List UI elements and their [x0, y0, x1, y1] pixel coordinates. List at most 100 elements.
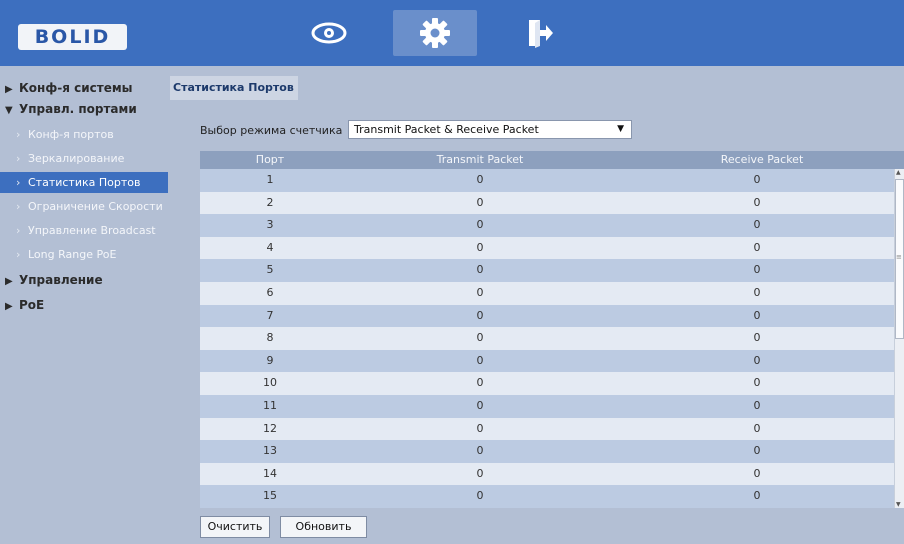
column-header-receive: Receive Packet	[720, 153, 804, 166]
triangle-right-icon: ▶	[5, 84, 13, 95]
transmit-cell: 0	[476, 489, 484, 503]
transmit-cell: 0	[476, 444, 484, 458]
content-panel: Выбор режима счетчика Transmit Packet & …	[170, 100, 904, 544]
table-row: 5 0 0	[200, 259, 894, 282]
exit-icon	[529, 20, 553, 48]
column-header-transmit: Transmit Packet	[436, 153, 524, 166]
transmit-cell: 0	[476, 331, 484, 345]
receive-cell: 0	[753, 376, 761, 390]
table-row: 2 0 0	[200, 191, 894, 215]
receive-cell: 0	[753, 489, 761, 503]
table-row: 15 0 0	[200, 485, 894, 508]
refresh-button[interactable]: Обновить	[280, 516, 367, 538]
table-row: 4 0 0	[200, 236, 894, 260]
port-cell: 10	[263, 376, 277, 390]
column-header-port: Порт	[255, 153, 285, 166]
table-row: 8 0 0	[200, 327, 894, 350]
table-row: 14 0 0	[200, 462, 894, 486]
sidebar-item-port-statistics[interactable]: › Статистика Портов	[0, 172, 168, 193]
transmit-cell: 0	[476, 218, 484, 232]
clear-button[interactable]: Очистить	[200, 516, 270, 538]
table-row: 6 0 0	[200, 281, 894, 305]
nav-view-button[interactable]	[287, 10, 371, 56]
table-row: 7 0 0	[200, 304, 894, 328]
sidebar-item-mirroring[interactable]: › Зеркалирование	[0, 148, 168, 169]
sidebar-section-management[interactable]: ▶ Управление	[5, 273, 103, 287]
table-row: 13 0 0	[200, 440, 894, 463]
triangle-right-icon: ▶	[5, 276, 13, 287]
port-stats-table: Порт Transmit Packet Receive Packet 1002…	[200, 151, 904, 508]
triangle-down-icon: ▼	[5, 105, 13, 116]
port-cell: 6	[266, 285, 274, 299]
transmit-cell: 0	[476, 263, 484, 277]
receive-cell: 0	[753, 353, 761, 367]
transmit-cell: 0	[476, 398, 484, 412]
dropdown-arrow-icon: ▼	[617, 124, 624, 134]
port-cell: 5	[266, 263, 274, 277]
transmit-cell: 0	[476, 353, 484, 367]
table-row: 3 0 0	[200, 214, 894, 237]
sidebar-section-ports[interactable]: ▼ Управл. портами	[5, 102, 137, 116]
sidebar-item-port-config[interactable]: › Конф-я портов	[0, 124, 168, 145]
receive-cell: 0	[753, 331, 761, 345]
logo: BOLID	[18, 24, 127, 50]
port-cell: 2	[266, 195, 274, 209]
transmit-cell: 0	[476, 308, 484, 322]
receive-cell: 0	[753, 444, 761, 458]
counter-mode-select[interactable]: Transmit Packet & Receive Packet ▼	[348, 120, 632, 139]
transmit-cell: 0	[476, 195, 484, 209]
table-row: 11 0 0	[200, 394, 894, 418]
triangle-right-icon: ▶	[5, 301, 13, 312]
sidebar-item-broadcast[interactable]: › Управление Broadcast	[0, 220, 168, 241]
port-cell: 9	[266, 353, 274, 367]
chevron-right-icon: ›	[16, 200, 21, 213]
transmit-cell: 0	[476, 173, 484, 186]
chevron-right-icon: ›	[16, 176, 21, 189]
port-cell: 13	[263, 444, 277, 458]
counter-mode-label: Выбор режима счетчика	[200, 124, 343, 137]
receive-cell: 0	[753, 285, 761, 299]
nav-settings-button[interactable]	[393, 10, 477, 56]
receive-cell: 0	[753, 398, 761, 412]
receive-cell: 0	[753, 218, 761, 232]
counter-mode-value: Transmit Packet & Receive Packet	[354, 123, 539, 136]
port-cell: 11	[263, 398, 277, 412]
receive-cell: 0	[753, 308, 761, 322]
table-row: 10 0 0	[200, 372, 894, 395]
chevron-right-icon: ›	[16, 152, 21, 165]
receive-cell: 0	[753, 263, 761, 277]
receive-cell: 0	[753, 421, 761, 435]
port-cell: 8	[266, 331, 274, 345]
nav-logout-button[interactable]	[498, 10, 582, 56]
port-cell: 1	[266, 173, 274, 186]
top-bar: BOLID	[0, 0, 904, 66]
port-cell: 14	[263, 466, 277, 480]
port-cell: 7	[266, 308, 274, 322]
sidebar-section-poe[interactable]: ▶ PoE	[5, 298, 44, 312]
table-scrollbar[interactable]: ▲ ≡ ▼	[894, 169, 904, 508]
gear-icon	[420, 18, 450, 48]
eye-icon	[311, 22, 347, 44]
receive-cell: 0	[753, 195, 761, 209]
main-content: Статистика Портов Выбор режима счетчика …	[170, 66, 904, 544]
grip-icon: ≡	[896, 253, 902, 261]
receive-cell: 0	[753, 240, 761, 254]
scroll-up-icon[interactable]: ▲	[896, 169, 901, 176]
port-cell: 15	[263, 489, 277, 503]
transmit-cell: 0	[476, 376, 484, 390]
transmit-cell: 0	[476, 285, 484, 299]
transmit-cell: 0	[476, 240, 484, 254]
table-header: Порт Transmit Packet Receive Packet	[200, 151, 904, 169]
sidebar-item-rate-limit[interactable]: › Ограничение Скорости	[0, 196, 168, 217]
port-cell: 4	[266, 240, 274, 254]
sidebar-item-long-range-poe[interactable]: › Long Range PoE	[0, 244, 168, 265]
sidebar-section-system[interactable]: ▶ Конф-я системы	[5, 81, 133, 95]
scroll-down-icon[interactable]: ▼	[896, 501, 901, 508]
tab-port-statistics[interactable]: Статистика Портов	[170, 76, 298, 100]
port-cell: 3	[266, 218, 274, 232]
chevron-right-icon: ›	[16, 224, 21, 237]
transmit-cell: 0	[476, 421, 484, 435]
table-row: 9 0 0	[200, 349, 894, 373]
port-cell: 12	[263, 421, 277, 435]
table-row: 12 0 0	[200, 417, 894, 441]
